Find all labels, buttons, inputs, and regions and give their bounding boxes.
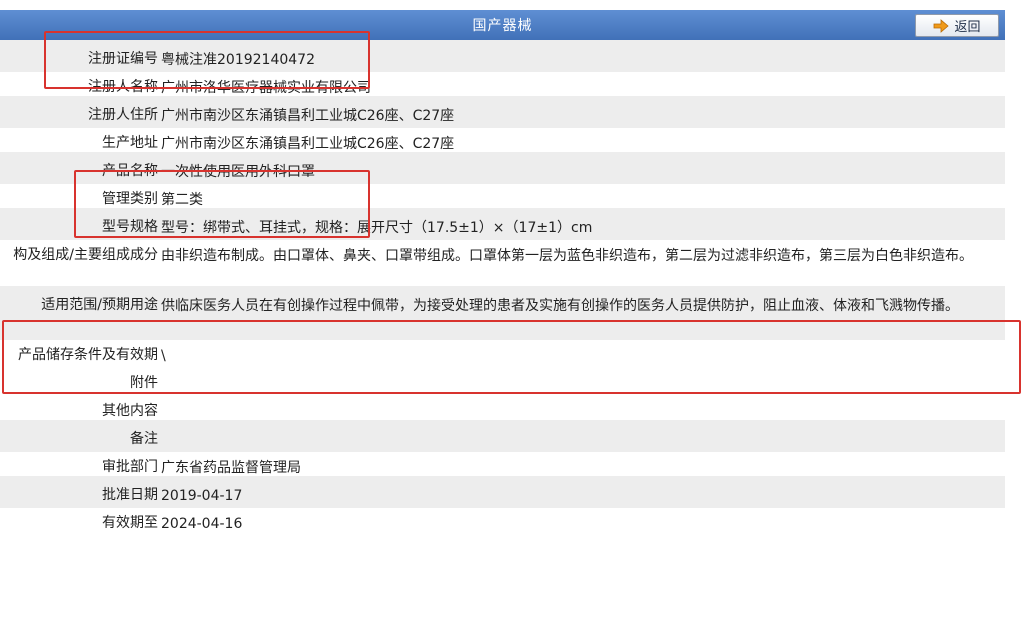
field-label: 注册人名称 (88, 79, 158, 95)
field-label: 产品名称 (102, 163, 158, 179)
field-value (161, 420, 1005, 434)
field-label: 适用范围/预期用途 (41, 297, 158, 313)
field-label: 审批部门 (102, 459, 158, 475)
table-row: 构及组成/主要组成成分 由非织造布制成。由口罩体、鼻夹、口罩带组成。口罩体第一层… (0, 236, 1005, 290)
field-label: 附件 (130, 375, 158, 391)
field-label: 型号规格 (102, 219, 158, 235)
field-value (161, 392, 1005, 406)
detail-table: 注册证编号 粤械注准20192140472 注册人名称 广州市洛华医疗器械实业有… (0, 40, 1005, 536)
page-title: 国产器械 (472, 18, 533, 34)
field-label: 构及组成/主要组成成分 (13, 247, 158, 263)
back-button-label: 返回 (954, 20, 981, 35)
field-value: 由非织造布制成。由口罩体、鼻夹、口罩带组成。口罩体第一层为蓝色非织造布，第二层为… (161, 248, 973, 264)
field-label: 备注 (130, 431, 158, 447)
field-label: 注册证编号 (88, 51, 158, 67)
field-value: 供临床医务人员在有创操作过程中佩带，为接受处理的患者及实施有创操作的医务人员提供… (161, 298, 959, 314)
field-label: 产品储存条件及有效期 (18, 347, 158, 363)
field-label: 管理类别 (102, 191, 158, 207)
arrow-right-icon (934, 18, 950, 33)
field-label: 生产地址 (102, 135, 158, 151)
table-row: 有效期至 2024-04-16 (0, 504, 1005, 536)
field-value: 2024-04-16 (161, 516, 243, 532)
page-header-bar: 国产器械 返回 (0, 10, 1005, 43)
field-label: 注册人住所 (88, 107, 158, 123)
field-label: 其他内容 (102, 403, 158, 419)
field-label: 批准日期 (102, 487, 158, 503)
field-value (161, 364, 1005, 378)
back-button[interactable]: 返回 (915, 14, 999, 37)
table-row: 适用范围/预期用途 供临床医务人员在有创操作过程中佩带，为接受处理的患者及实施有… (0, 286, 1005, 340)
field-label: 有效期至 (102, 515, 158, 531)
